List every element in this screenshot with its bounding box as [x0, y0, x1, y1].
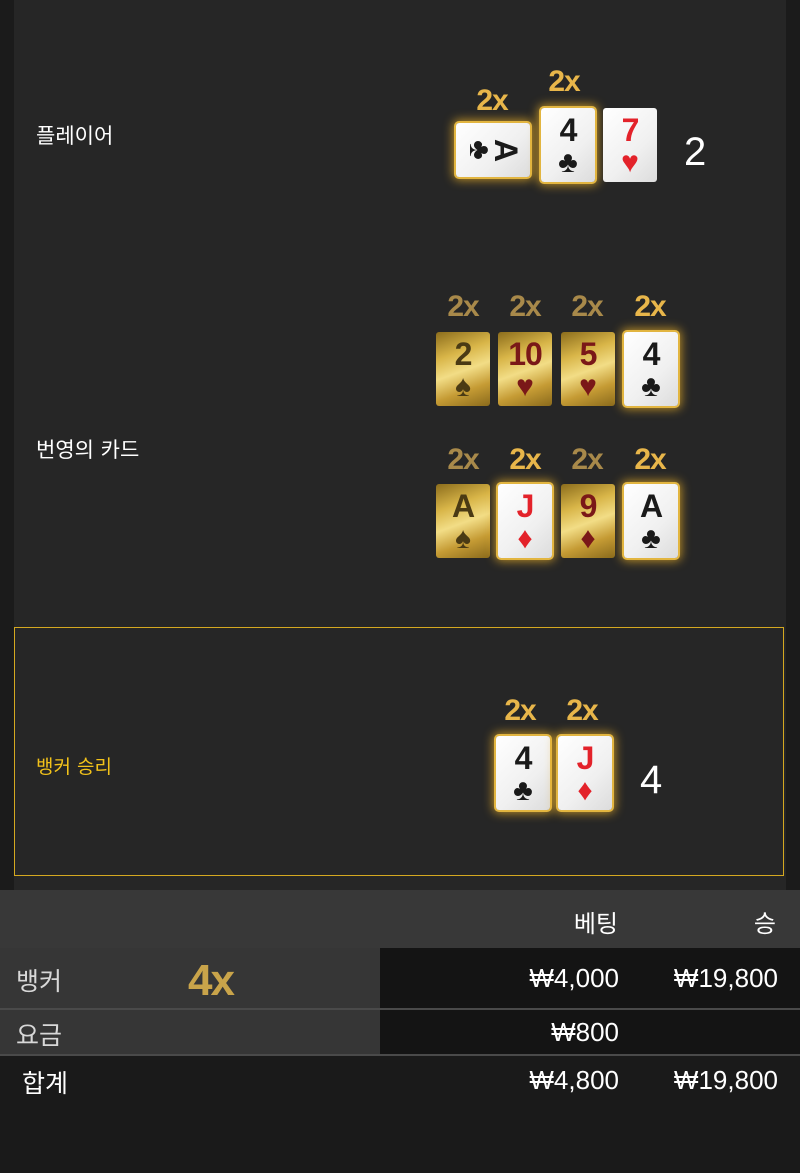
fortune-r2-c1: A ♠ [436, 484, 490, 558]
heart-icon: ♥ [579, 370, 597, 403]
card-rank: J [516, 488, 535, 524]
card-rank: 4 [559, 112, 578, 148]
fee-amount: ₩800 [551, 1017, 619, 1047]
card-rank: A [487, 138, 524, 162]
banker-win-amount: ₩19,800 [673, 963, 778, 993]
total-row: 합계 ₩4,800 ₩19,800 [0, 1056, 800, 1173]
banker-card-2: J ♦ [558, 736, 612, 810]
player-card-3: 7 ♥ [603, 108, 657, 182]
club-icon: ♣ [513, 774, 533, 807]
club-icon: ♣ [641, 522, 661, 555]
card-rank: 2 [454, 336, 473, 372]
player-card-2: 4 ♣ [541, 108, 595, 182]
card-rank: 4 [514, 740, 533, 776]
card-rank: 9 [579, 488, 598, 524]
banker-bet-row: 뱅커 ₩4,000 ₩19,800 [0, 948, 800, 1008]
fortune-r1-c4-multiplier: 2x [634, 290, 666, 323]
total-bet-amount: ₩4,800 [529, 1065, 619, 1095]
fortune-r2-c1-multiplier: 2x [447, 443, 479, 476]
bet-column-header: 베팅 [573, 910, 618, 938]
fortune-r2-c2-multiplier: 2x [509, 443, 541, 476]
banker-win-highlight [14, 627, 784, 876]
fortune-r1-c3-multiplier: 2x [571, 290, 603, 323]
heart-icon: ♥ [516, 370, 534, 403]
fortune-r2-c3-multiplier: 2x [571, 443, 603, 476]
payout-table-header: 베팅 승 [0, 890, 800, 948]
card-rank: 4 [642, 336, 661, 372]
fee-row: 요금 ₩800 [0, 1010, 800, 1054]
player-label: 플레이어 [36, 124, 114, 148]
banker-score: 4 [640, 758, 663, 802]
club-icon: ♣ [558, 146, 578, 179]
fortune-cards-label: 번영의 카드 [36, 438, 140, 462]
fortune-r2-c2: J ♦ [498, 484, 552, 558]
banker-row-label: 뱅커 [16, 967, 63, 996]
fortune-r2-c3: 9 ♦ [561, 484, 615, 558]
card-rank: J [576, 740, 595, 776]
fortune-r1-c3: 5 ♥ [561, 332, 615, 406]
fortune-r2-c4: A ♣ [624, 484, 678, 558]
banker-card-1: 4 ♣ [496, 736, 550, 810]
card-rank: 7 [621, 112, 640, 148]
spade-icon: ♠ [455, 370, 471, 403]
total-row-label: 합계 [22, 1069, 69, 1098]
card-rank: 5 [579, 336, 598, 372]
club-icon: ♣ [641, 370, 661, 403]
spade-icon: ♠ [455, 522, 471, 555]
fortune-r1-c1: 2 ♠ [436, 332, 490, 406]
fortune-r1-c1-multiplier: 2x [447, 290, 479, 323]
banker-win-label: 뱅커 승리 [36, 756, 112, 778]
card-rank: 10 [508, 336, 543, 372]
fortune-r1-c4: 4 ♣ [624, 332, 678, 406]
fortune-r1-c2: 10 ♥ [498, 332, 552, 406]
diamond-icon: ♦ [517, 522, 533, 555]
card-rank: A [451, 488, 475, 524]
player-card-1: ♣ A [456, 123, 530, 177]
fortune-r2-c4-multiplier: 2x [634, 443, 666, 476]
fortune-r1-c2-multiplier: 2x [509, 290, 541, 323]
player-card-2-multiplier: 2x [548, 65, 580, 98]
banker-card-2-multiplier: 2x [566, 694, 598, 727]
diamond-icon: ♦ [580, 522, 596, 555]
player-score: 2 [684, 130, 707, 174]
banker-card-1-multiplier: 2x [504, 694, 536, 727]
diamond-icon: ♦ [577, 774, 593, 807]
banker-bet-amount: ₩4,000 [529, 963, 619, 993]
win-column-header: 승 [753, 910, 776, 938]
heart-icon: ♥ [621, 146, 639, 179]
total-win-amount: ₩19,800 [673, 1065, 778, 1095]
fee-row-label: 요금 [16, 1021, 63, 1050]
card-rank: A [639, 488, 663, 524]
player-card-1-multiplier: 2x [476, 84, 508, 117]
banker-total-multiplier: 4x [188, 956, 235, 1005]
